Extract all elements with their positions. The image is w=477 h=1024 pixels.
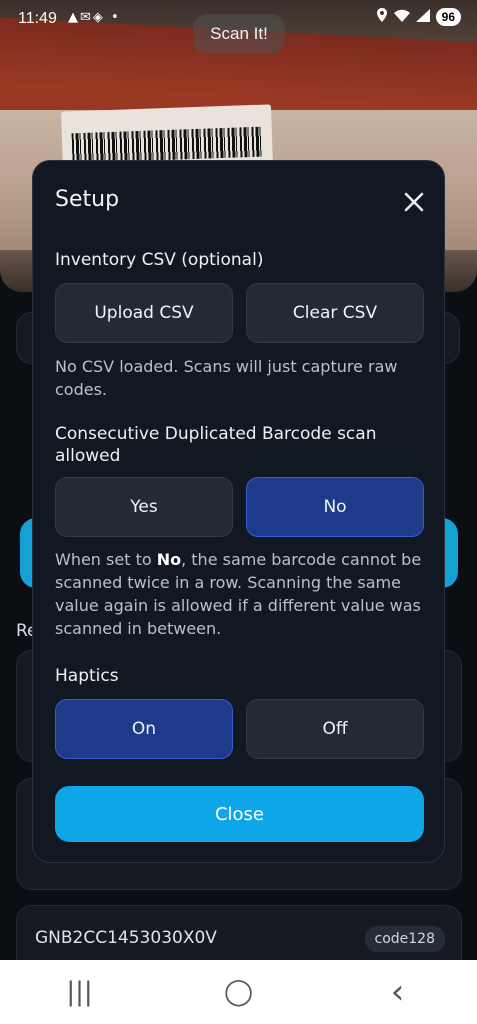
help-prefix: When set to: [55, 550, 157, 569]
location-icon: [376, 8, 388, 26]
upload-csv-button[interactable]: Upload CSV: [55, 283, 233, 343]
haptics-label: Haptics: [55, 666, 119, 686]
wifi-icon: [393, 9, 410, 26]
app-screen: 11:49 ▲✉◈ • 96 Scan It! Re GNB2CC1453030…: [0, 0, 477, 1024]
system-nav-bar: ||| ◯ ‹: [0, 960, 477, 1024]
back-icon[interactable]: ‹: [368, 972, 428, 1012]
duplicates-no-button[interactable]: No: [246, 477, 424, 537]
home-icon[interactable]: ◯: [209, 977, 269, 1007]
battery-icon: 96: [435, 8, 461, 26]
clear-csv-button[interactable]: Clear CSV: [246, 283, 424, 343]
close-icon[interactable]: [401, 189, 427, 215]
duplicate-scan-label: Consecutive Duplicated Barcode scan allo…: [55, 424, 377, 466]
status-icons-right: 96: [376, 8, 461, 26]
scan-it-button[interactable]: Scan It!: [193, 14, 285, 54]
inventory-csv-label: Inventory CSV (optional): [55, 250, 264, 270]
help-bold: No: [156, 550, 182, 569]
setup-dialog: Setup Inventory CSV (optional) Upload CS…: [32, 160, 445, 863]
scan-code: GNB2CC1453030X0V: [35, 928, 217, 948]
status-time: 11:49: [18, 10, 57, 27]
haptics-on-button[interactable]: On: [55, 699, 233, 759]
duplicates-help-text: When set to No, the same barcode cannot …: [55, 548, 427, 640]
dialog-title: Setup: [55, 187, 120, 212]
haptics-off-button[interactable]: Off: [246, 699, 424, 759]
signal-icon: [415, 8, 430, 26]
recents-icon[interactable]: |||: [50, 977, 110, 1007]
notification-icons: ▲✉◈ •: [68, 10, 121, 25]
duplicates-yes-button[interactable]: Yes: [55, 477, 233, 537]
symbology-badge: code128: [364, 926, 445, 952]
close-button[interactable]: Close: [55, 786, 424, 842]
csv-status-text: No CSV loaded. Scans will just capture r…: [55, 357, 398, 399]
